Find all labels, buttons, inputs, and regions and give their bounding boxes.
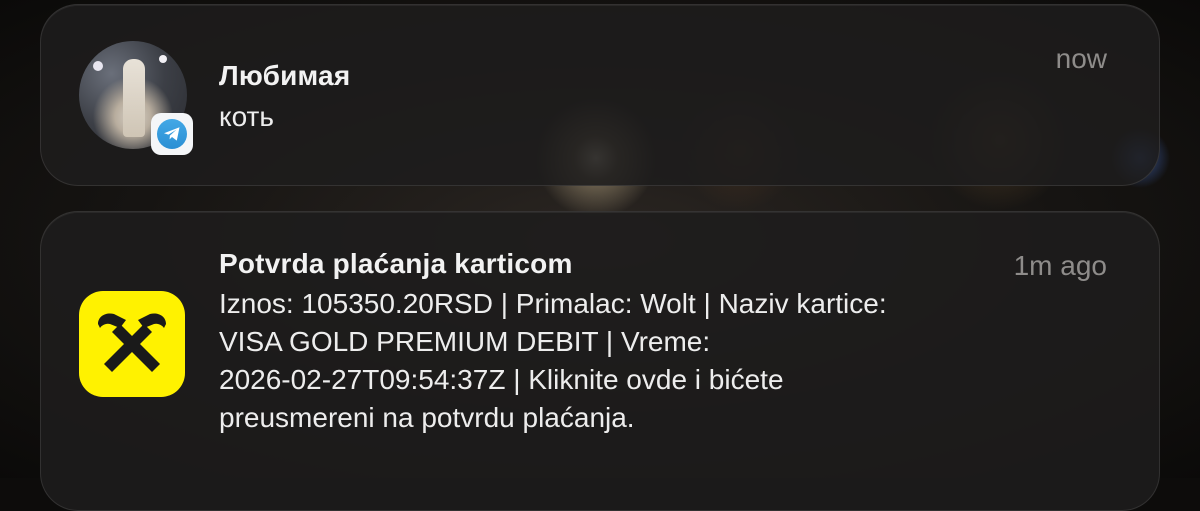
raiffeisen-logo-icon (79, 291, 185, 397)
notification-telegram[interactable]: Любимая коть now (40, 4, 1160, 186)
notification-bank-payment[interactable]: Potvrda plaćanja karticom Iznos: 105350.… (40, 211, 1160, 511)
notification-title: Potvrda plaćanja karticom (219, 248, 573, 279)
notification-time: 1m ago (1013, 250, 1107, 281)
avatar-photo-detail (159, 55, 167, 63)
notification-body-line: preusmereni na potvrdu plaćanja. (219, 402, 635, 433)
notification-body-line: VISA GOLD PREMIUM DEBIT | Vreme: (219, 326, 711, 357)
notification-title: Любимая (219, 60, 351, 91)
notification-time: now (1055, 43, 1107, 74)
telegram-icon (151, 113, 193, 155)
notification-body-line: 2026-02-27T09:54:37Z | Kliknite ovde i b… (219, 364, 784, 395)
avatar-photo-detail (93, 61, 103, 71)
notification-body: коть (219, 101, 274, 132)
notification-body: Iznos: 105350.20RSD | Primalac: Wolt | N… (219, 285, 1119, 437)
notification-body-line: Iznos: 105350.20RSD | Primalac: Wolt | N… (219, 288, 887, 319)
avatar-photo-detail (123, 59, 145, 137)
